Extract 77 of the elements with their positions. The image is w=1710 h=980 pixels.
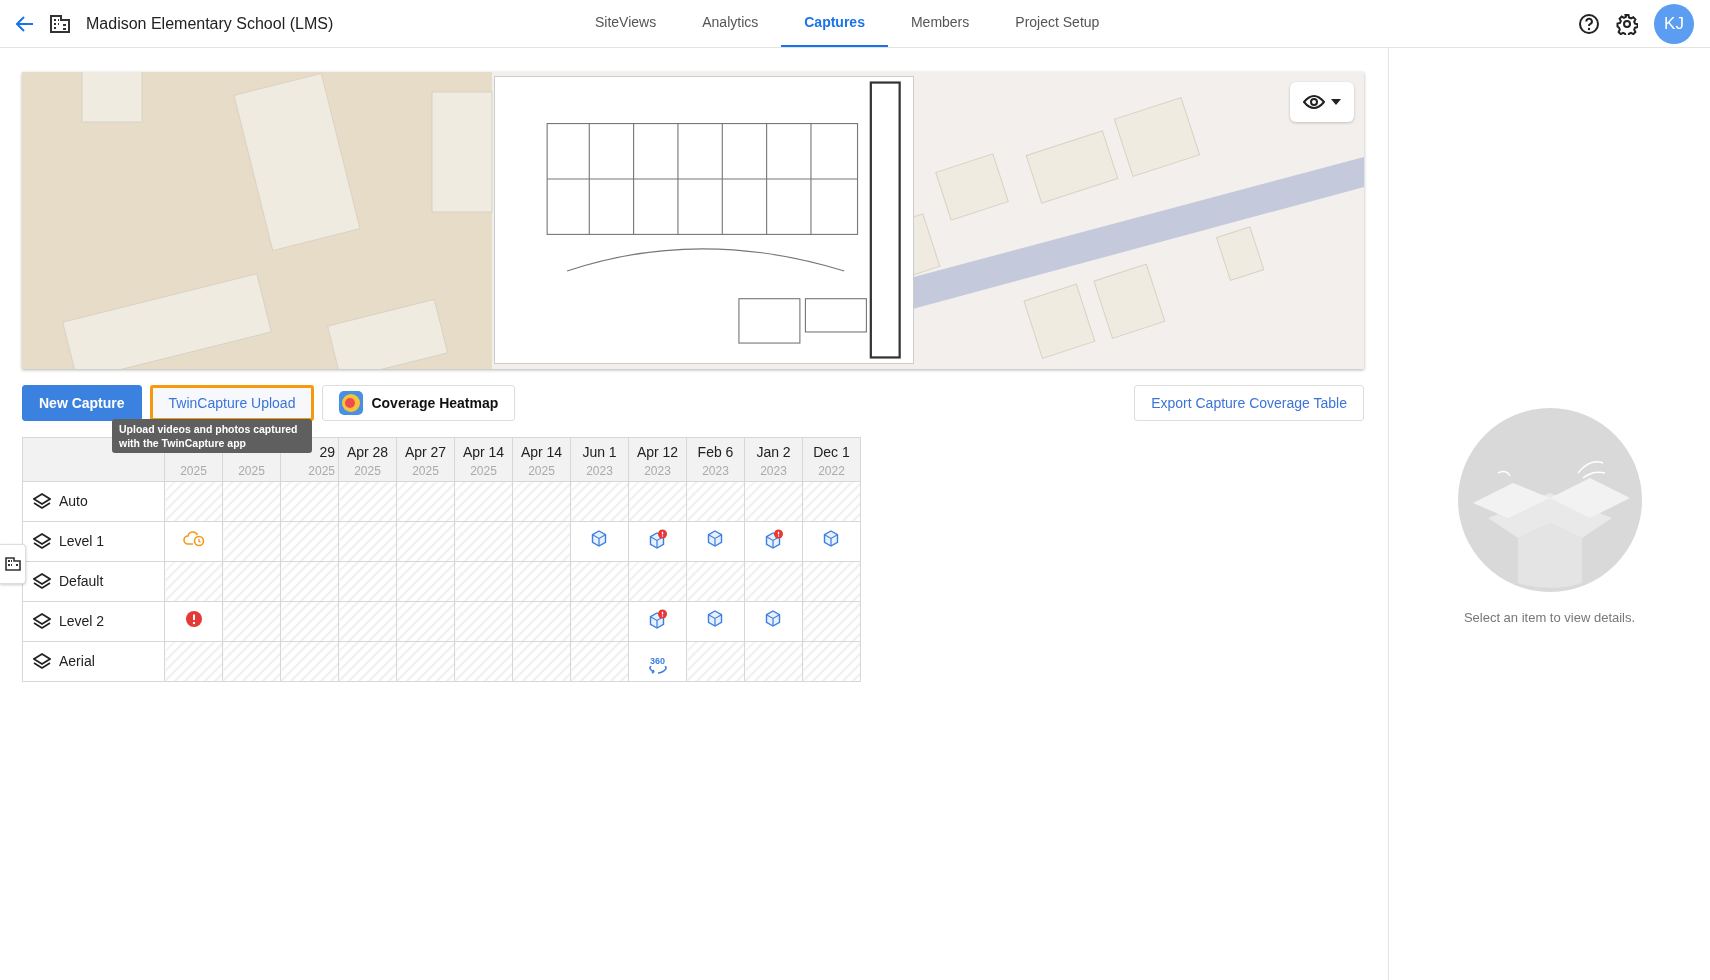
- column-date: Apr 14: [519, 443, 564, 461]
- column-year: 2025: [179, 463, 208, 479]
- layers-icon: [33, 492, 51, 511]
- capture-cell[interactable]: [164, 521, 223, 562]
- capture-cell[interactable]: [628, 601, 687, 642]
- row-label[interactable]: Default: [59, 571, 104, 592]
- building-icon: [4, 557, 21, 571]
- capture-cube-icon: [591, 529, 608, 548]
- export-table-button[interactable]: Export Capture Coverage Table: [1134, 385, 1364, 421]
- column-date: 29: [318, 443, 335, 461]
- capture-cell[interactable]: [164, 601, 223, 642]
- capture-cube-icon: [707, 529, 724, 548]
- column-year: 2023: [643, 463, 672, 479]
- capture-cell[interactable]: [744, 521, 803, 562]
- tooltip: Upload videos and photos captured with the TwinCapture app: [112, 419, 312, 453]
- column-date: Apr 14: [461, 443, 506, 461]
- back-arrow-icon[interactable]: [16, 15, 34, 32]
- building-icon: [50, 14, 70, 33]
- capture-cube-icon: [765, 609, 782, 628]
- column-year: 2023: [759, 463, 788, 479]
- capture-cube-icon: [707, 609, 724, 628]
- project-title: Madison Elementary School (LMS): [86, 13, 334, 34]
- column-year: 2025: [237, 463, 266, 479]
- side-panel-toggle[interactable]: [0, 544, 26, 584]
- column-year: 2025: [353, 463, 382, 479]
- capture-warning-icon: [763, 528, 784, 549]
- row-label[interactable]: Level 2: [59, 611, 105, 632]
- column-year: 2025: [527, 463, 556, 479]
- eye-icon: [1303, 95, 1325, 109]
- column-year: 2025: [307, 463, 335, 479]
- empty-state-text: Select an item to view details.: [1463, 609, 1636, 627]
- heatmap-button[interactable]: Coverage Heatmap: [322, 385, 516, 421]
- layers-icon: [33, 532, 51, 551]
- new-capture-button[interactable]: New Capture: [22, 385, 142, 421]
- nav-tab[interactable]: SiteViews: [572, 0, 680, 47]
- layers-icon: [33, 572, 51, 591]
- column-date: Jan 2: [755, 443, 792, 461]
- column-year: 2023: [585, 463, 614, 479]
- layers-icon: [33, 612, 51, 631]
- floor-plan-drawing[interactable]: [494, 76, 914, 364]
- column-date: Apr 28: [345, 443, 390, 461]
- layers-icon: [33, 652, 51, 671]
- column-date: Jun 1: [581, 443, 618, 461]
- column-date: Feb 6: [696, 443, 735, 461]
- capture-cell[interactable]: [686, 521, 745, 562]
- capture-cell[interactable]: [686, 601, 745, 642]
- column-date: Apr 27: [403, 443, 448, 461]
- capture-cell[interactable]: [570, 521, 629, 562]
- capture-cell[interactable]: 360: [628, 641, 687, 682]
- column-year: 2023: [701, 463, 730, 479]
- column-date: Apr 12: [635, 443, 680, 461]
- column-year: 2022: [817, 463, 846, 479]
- capture-warning-icon: [647, 608, 668, 629]
- help-icon[interactable]: [1578, 12, 1600, 35]
- nav-tab[interactable]: Members: [887, 0, 993, 47]
- row-label[interactable]: Auto: [59, 491, 88, 512]
- capture-cube-icon: [823, 529, 840, 548]
- row-label[interactable]: Level 1: [59, 531, 105, 552]
- error-icon: [184, 609, 203, 628]
- empty-cell: [802, 601, 861, 642]
- column-date: Dec 1: [812, 443, 851, 461]
- nav-tab[interactable]: Captures: [781, 0, 888, 47]
- heatmap-icon: [339, 391, 364, 415]
- capture-cell[interactable]: [744, 601, 803, 642]
- column-year: 2025: [411, 463, 440, 479]
- column-year: 2025: [469, 463, 498, 479]
- caret-icon: [1331, 99, 1341, 105]
- row-label[interactable]: Aerial: [59, 651, 95, 672]
- view-toggle-button[interactable]: [1290, 82, 1354, 122]
- nav-tab[interactable]: Project Setup: [992, 0, 1123, 47]
- nav-tab[interactable]: Analytics: [679, 0, 782, 47]
- capture-warning-icon: [647, 528, 668, 549]
- capture-cell[interactable]: [802, 521, 861, 562]
- upload-button[interactable]: TwinCapture Upload: [149, 385, 315, 421]
- capture-cell[interactable]: [628, 521, 687, 562]
- settings-icon[interactable]: [1616, 12, 1638, 35]
- cloud-clock-icon: [182, 530, 205, 547]
